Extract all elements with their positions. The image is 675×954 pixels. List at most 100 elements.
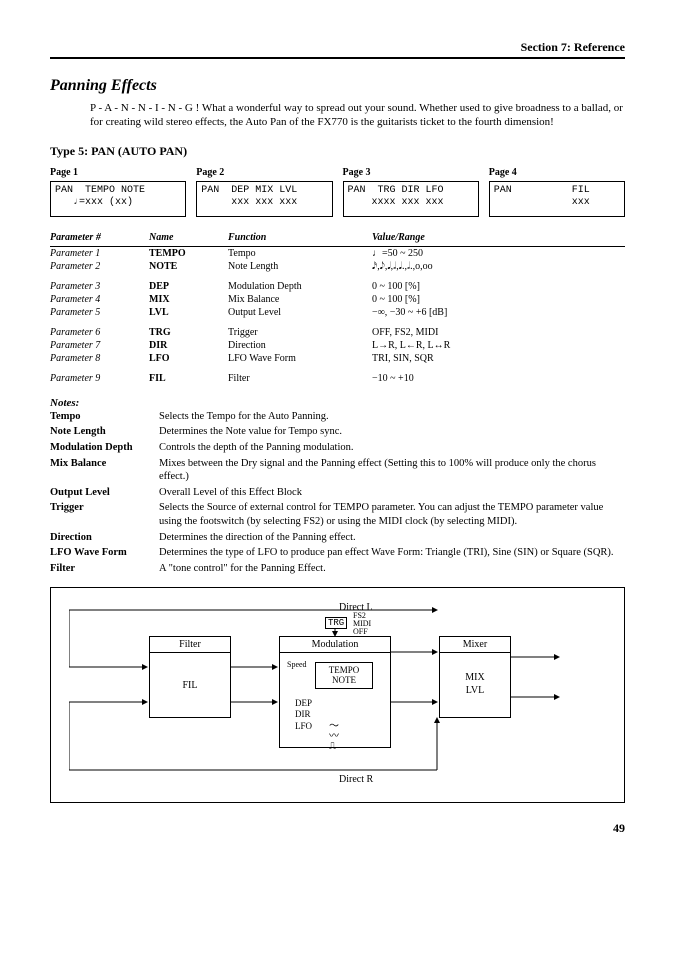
param-function: Trigger xyxy=(228,319,372,339)
type-heading: Type 5: PAN (AUTO PAN) xyxy=(50,144,625,159)
table-row: Parameter 4MIXMix Balance0 ~ 100 [%] xyxy=(50,293,625,306)
note-key: Direction xyxy=(50,530,159,546)
table-row: Parameter 3DEPModulation Depth0 ~ 100 [%… xyxy=(50,273,625,293)
param-name: FIL xyxy=(149,365,228,385)
lcd-pages-row: Page 1 PAN TEMPO NOTE ♩=xxx (xx) Page 2 … xyxy=(50,167,625,217)
page2-lcd: PAN DEP MIX LVL xxx xxx xxx xyxy=(196,181,332,217)
filter-body: FIL xyxy=(150,653,230,696)
col-value-range: Value/Range xyxy=(372,229,625,247)
lcd-line: xxx xyxy=(494,197,590,208)
note-value: Mixes between the Dry signal and the Pan… xyxy=(159,456,625,485)
param-name: LVL xyxy=(149,306,228,319)
param-name: TRG xyxy=(149,319,228,339)
notes-row: LFO Wave FormDetermines the type of LFO … xyxy=(50,545,625,561)
param-range: L→R, L←R, L↔R xyxy=(372,339,625,352)
note-value: Determines the direction of the Panning … xyxy=(159,530,625,546)
param-name: DEP xyxy=(149,273,228,293)
wave-icons: 〜〰⎍ xyxy=(329,722,339,752)
note-value: Determines the Note value for Tempo sync… xyxy=(159,424,625,440)
note-value: Controls the depth of the Panning modula… xyxy=(159,440,625,456)
table-row: Parameter 7DIRDirectionL→R, L←R, L↔R xyxy=(50,339,625,352)
param-number: Parameter 3 xyxy=(50,273,149,293)
table-row: Parameter 5LVLOutput Level−∞, −30 ~ +6 [… xyxy=(50,306,625,319)
param-range: −∞, −30 ~ +6 [dB] xyxy=(372,306,625,319)
param-number: Parameter 6 xyxy=(50,319,149,339)
param-range: TRI, SIN, SQR xyxy=(372,352,625,365)
note-key: LFO Wave Form xyxy=(50,545,159,561)
table-row: Parameter 8LFOLFO Wave FormTRI, SIN, SQR xyxy=(50,352,625,365)
page4-lcd: PAN FIL xxx xyxy=(489,181,625,217)
modulation-header: Modulation xyxy=(280,637,390,653)
lcd-line: xxx xxx xxx xyxy=(201,197,297,208)
table-row: Parameter 9FILFilter−10 ~ +10 xyxy=(50,365,625,385)
param-range: ♩=50 ~ 250 xyxy=(372,246,625,260)
param-range: −10 ~ +10 xyxy=(372,365,625,385)
param-number: Parameter 8 xyxy=(50,352,149,365)
param-number: Parameter 9 xyxy=(50,365,149,385)
col-parameter: Parameter # xyxy=(50,229,149,247)
param-function: Tempo xyxy=(228,246,372,260)
page1-lcd: PAN TEMPO NOTE ♩=xxx (xx) xyxy=(50,181,186,217)
page2-block: Page 2 PAN DEP MIX LVL xxx xxx xxx xyxy=(196,167,332,217)
intro-text: P - A - N - N - I - N - G ! What a wonde… xyxy=(90,101,625,130)
param-function: Modulation Depth xyxy=(228,273,372,293)
note-value: A "tone control" for the Panning Effect. xyxy=(159,561,625,577)
param-name: DIR xyxy=(149,339,228,352)
param-number: Parameter 2 xyxy=(50,260,149,273)
param-range: OFF, FS2, MIDI xyxy=(372,319,625,339)
tempo-label: TEMPO xyxy=(329,665,360,675)
lcd-line: xxxx xxx xxx xyxy=(348,197,444,208)
lcd-line: PAN DEP MIX LVL xyxy=(201,185,297,196)
param-name: TEMPO xyxy=(149,246,228,260)
notes-table: TempoSelects the Tempo for the Auto Pann… xyxy=(50,409,625,577)
param-function: Direction xyxy=(228,339,372,352)
param-name: MIX xyxy=(149,293,228,306)
mixer-block: Mixer MIX LVL xyxy=(439,636,511,718)
param-function: Mix Balance xyxy=(228,293,372,306)
page3-lcd: PAN TRG DIR LFO xxxx xxx xxx xyxy=(343,181,479,217)
table-row: Parameter 1TEMPOTempo♩=50 ~ 250 xyxy=(50,246,625,260)
page3-label: Page 3 xyxy=(343,167,479,178)
page4-label: Page 4 xyxy=(489,167,625,178)
lcd-line: PAN TRG DIR LFO xyxy=(348,185,444,196)
lcd-line: ♩=xxx (xx) xyxy=(55,197,133,208)
mix-label: MIX xyxy=(465,672,484,683)
parameter-table: Parameter # Name Function Value/Range Pa… xyxy=(50,229,625,385)
param-number: Parameter 4 xyxy=(50,293,149,306)
page1-label: Page 1 xyxy=(50,167,186,178)
note-value: Overall Level of this Effect Block xyxy=(159,485,625,501)
notes-row: Modulation DepthControls the depth of th… xyxy=(50,440,625,456)
note-key: Mix Balance xyxy=(50,456,159,485)
param-number: Parameter 7 xyxy=(50,339,149,352)
note-key: Trigger xyxy=(50,500,159,529)
param-range: 0 ~ 100 [%] xyxy=(372,273,625,293)
lcd-line: PAN FIL xyxy=(494,185,590,196)
lcd-line: PAN TEMPO NOTE xyxy=(55,185,145,196)
note-key: Output Level xyxy=(50,485,159,501)
page3-block: Page 3 PAN TRG DIR LFO xxxx xxx xxx xyxy=(343,167,479,217)
param-range: 𝅘𝅥𝅯,𝅘𝅥𝅮,𝅘𝅥,𝅗𝅥,𝅘𝅥.,𝅗𝅥.,o,oo xyxy=(372,260,625,273)
col-name: Name xyxy=(149,229,228,247)
modulation-labels: DEP DIR LFO xyxy=(295,698,312,733)
param-name: LFO xyxy=(149,352,228,365)
note-value: Determines the type of LFO to produce pa… xyxy=(159,545,625,561)
page4-block: Page 4 PAN FIL xxx xyxy=(489,167,625,217)
signal-flow-diagram: Direct L Direct R Filter FIL Modulation … xyxy=(50,587,625,803)
speed-label: Speed xyxy=(287,660,307,669)
dir-label: DIR xyxy=(295,709,311,719)
notes-row: Mix BalanceMixes between the Dry signal … xyxy=(50,456,625,485)
param-number: Parameter 5 xyxy=(50,306,149,319)
page-number: 49 xyxy=(50,821,625,836)
trg-off: OFF xyxy=(353,627,368,636)
mixer-header: Mixer xyxy=(440,637,510,653)
direct-r-label: Direct R xyxy=(339,774,373,785)
notes-row: TempoSelects the Tempo for the Auto Pann… xyxy=(50,409,625,425)
param-range: 0 ~ 100 [%] xyxy=(372,293,625,306)
trg-options: FS2 MIDI OFF xyxy=(353,612,371,636)
param-function: Note Length xyxy=(228,260,372,273)
note-key: Note Length xyxy=(50,424,159,440)
trg-box: TRG xyxy=(325,617,347,629)
filter-block: Filter FIL xyxy=(149,636,231,718)
page2-label: Page 2 xyxy=(196,167,332,178)
dep-label: DEP xyxy=(295,698,312,708)
